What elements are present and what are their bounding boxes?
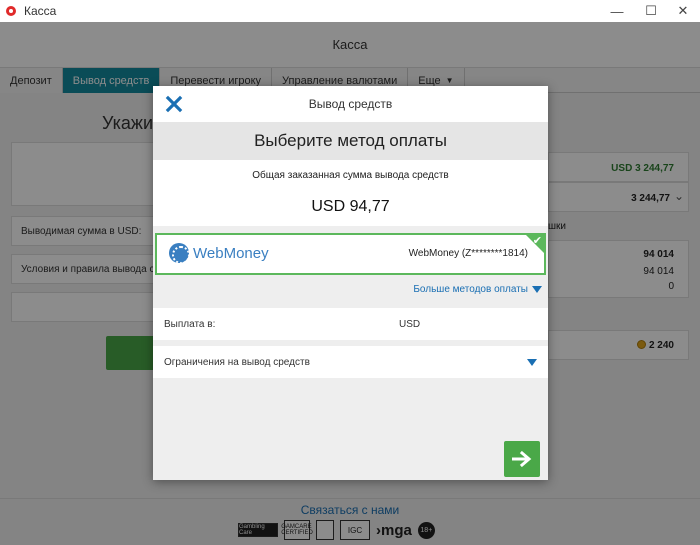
- triangle-down-icon: [527, 359, 537, 366]
- window-titlebar: Касса — ☐ ✕: [0, 0, 700, 22]
- section-title-text: Выберите метод оплаты: [254, 131, 447, 150]
- close-icon[interactable]: [165, 95, 183, 113]
- window-title: Касса: [24, 4, 57, 18]
- section-title: Выберите метод оплаты: [153, 122, 548, 160]
- arrow-right-icon: [512, 451, 532, 467]
- next-button[interactable]: [504, 441, 540, 477]
- payment-method-webmoney[interactable]: ✔ WebMoney WebMoney (Z********1814): [155, 233, 546, 275]
- webmoney-logo: WebMoney: [169, 243, 269, 263]
- globe-icon: [169, 243, 189, 263]
- more-methods-label: Больше методов оплаты: [413, 284, 528, 295]
- webmoney-brand: WebMoney: [193, 244, 269, 262]
- modal-title: Вывод средств: [308, 97, 393, 111]
- modal-header: Вывод средств: [153, 86, 548, 122]
- total-summary: Общая заказанная сумма вывода средств US…: [153, 160, 548, 226]
- more-methods-link[interactable]: Больше методов оплаты: [413, 284, 542, 295]
- minimize-button[interactable]: —: [600, 0, 634, 22]
- app-logo-icon: [6, 6, 16, 16]
- maximize-button[interactable]: ☐: [634, 0, 668, 22]
- limits-expander[interactable]: Ограничения на вывод средств: [153, 346, 548, 378]
- payout-value: USD: [399, 319, 421, 330]
- close-window-button[interactable]: ✕: [666, 0, 700, 22]
- total-label: Общая заказанная сумма вывода средств: [252, 170, 449, 181]
- method-account: WebMoney (Z********1814): [408, 248, 528, 259]
- withdraw-modal: Вывод средств Выберите метод оплаты Обща…: [153, 86, 548, 480]
- total-value: USD 94,77: [311, 198, 390, 215]
- triangle-down-icon: [532, 286, 542, 293]
- payout-row: Выплата в: USD: [153, 308, 548, 340]
- payout-label: Выплата в:: [164, 319, 216, 330]
- limits-label: Ограничения на вывод средств: [164, 357, 310, 368]
- checkmark-icon: ✔: [532, 235, 542, 247]
